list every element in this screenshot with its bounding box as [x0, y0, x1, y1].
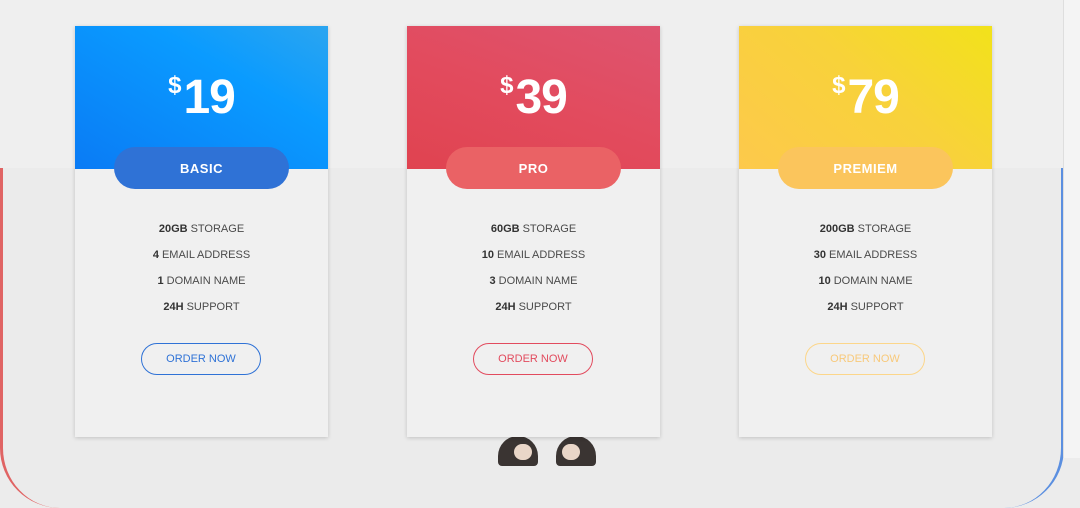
- feature-support: 24H SUPPORT: [827, 301, 904, 313]
- price-amount: 39: [515, 71, 567, 124]
- plan-name-badge: PRO: [446, 147, 621, 189]
- feature-support: 24H SUPPORT: [163, 301, 240, 313]
- feature-list: 60GB STORAGE 10 EMAIL ADDRESS 3 DOMAIN NAME…: [407, 216, 660, 320]
- currency-symbol: $: [500, 72, 514, 99]
- order-now-button[interactable]: ORDER NOW: [141, 343, 261, 375]
- feature-list: 200GB STORAGE 30 EMAIL ADDRESS 10 DOMAIN NA…: [739, 216, 992, 320]
- price: $39: [407, 70, 660, 125]
- price-amount: 79: [847, 71, 899, 124]
- order-now-button[interactable]: ORDER NOW: [473, 343, 593, 375]
- feature-storage: 200GB STORAGE: [819, 223, 912, 235]
- pricing-card-pro: $39 PRO 60GB STORAGE 10 EMAIL ADDRESS 3 DOM…: [407, 26, 660, 437]
- feature-list: 20GB STORAGE 4 EMAIL ADDRESS 1 DOMAIN NAME …: [75, 216, 328, 320]
- feature-email: 4 EMAIL ADDRESS: [152, 249, 251, 261]
- plan-name-badge: PREMIEM: [778, 147, 953, 189]
- currency-symbol: $: [168, 72, 182, 99]
- feature-email: 30 EMAIL ADDRESS: [813, 249, 918, 261]
- feature-storage: 60GB STORAGE: [490, 223, 577, 235]
- pricing-card-premium: $79 PREMIEM 200GB STORAGE 30 EMAIL ADDRESS…: [739, 26, 992, 437]
- plan-name-badge: BASIC: [114, 147, 289, 189]
- people-photo: [496, 436, 600, 466]
- price: $79: [739, 70, 992, 125]
- feature-domain: 1 DOMAIN NAME: [157, 275, 246, 287]
- order-now-button[interactable]: ORDER NOW: [805, 343, 925, 375]
- feature-domain: 10 DOMAIN NAME: [818, 275, 913, 287]
- currency-symbol: $: [832, 72, 846, 99]
- price: $19: [75, 70, 328, 125]
- price-amount: 19: [183, 71, 235, 124]
- scrollbar-track[interactable]: [1063, 0, 1080, 458]
- feature-email: 10 EMAIL ADDRESS: [481, 249, 586, 261]
- feature-support: 24H SUPPORT: [495, 301, 572, 313]
- feature-domain: 3 DOMAIN NAME: [489, 275, 578, 287]
- pricing-card-basic: $19 BASIC 20GB STORAGE 4 EMAIL ADDRESS 1 DO…: [75, 26, 328, 437]
- feature-storage: 20GB STORAGE: [158, 223, 245, 235]
